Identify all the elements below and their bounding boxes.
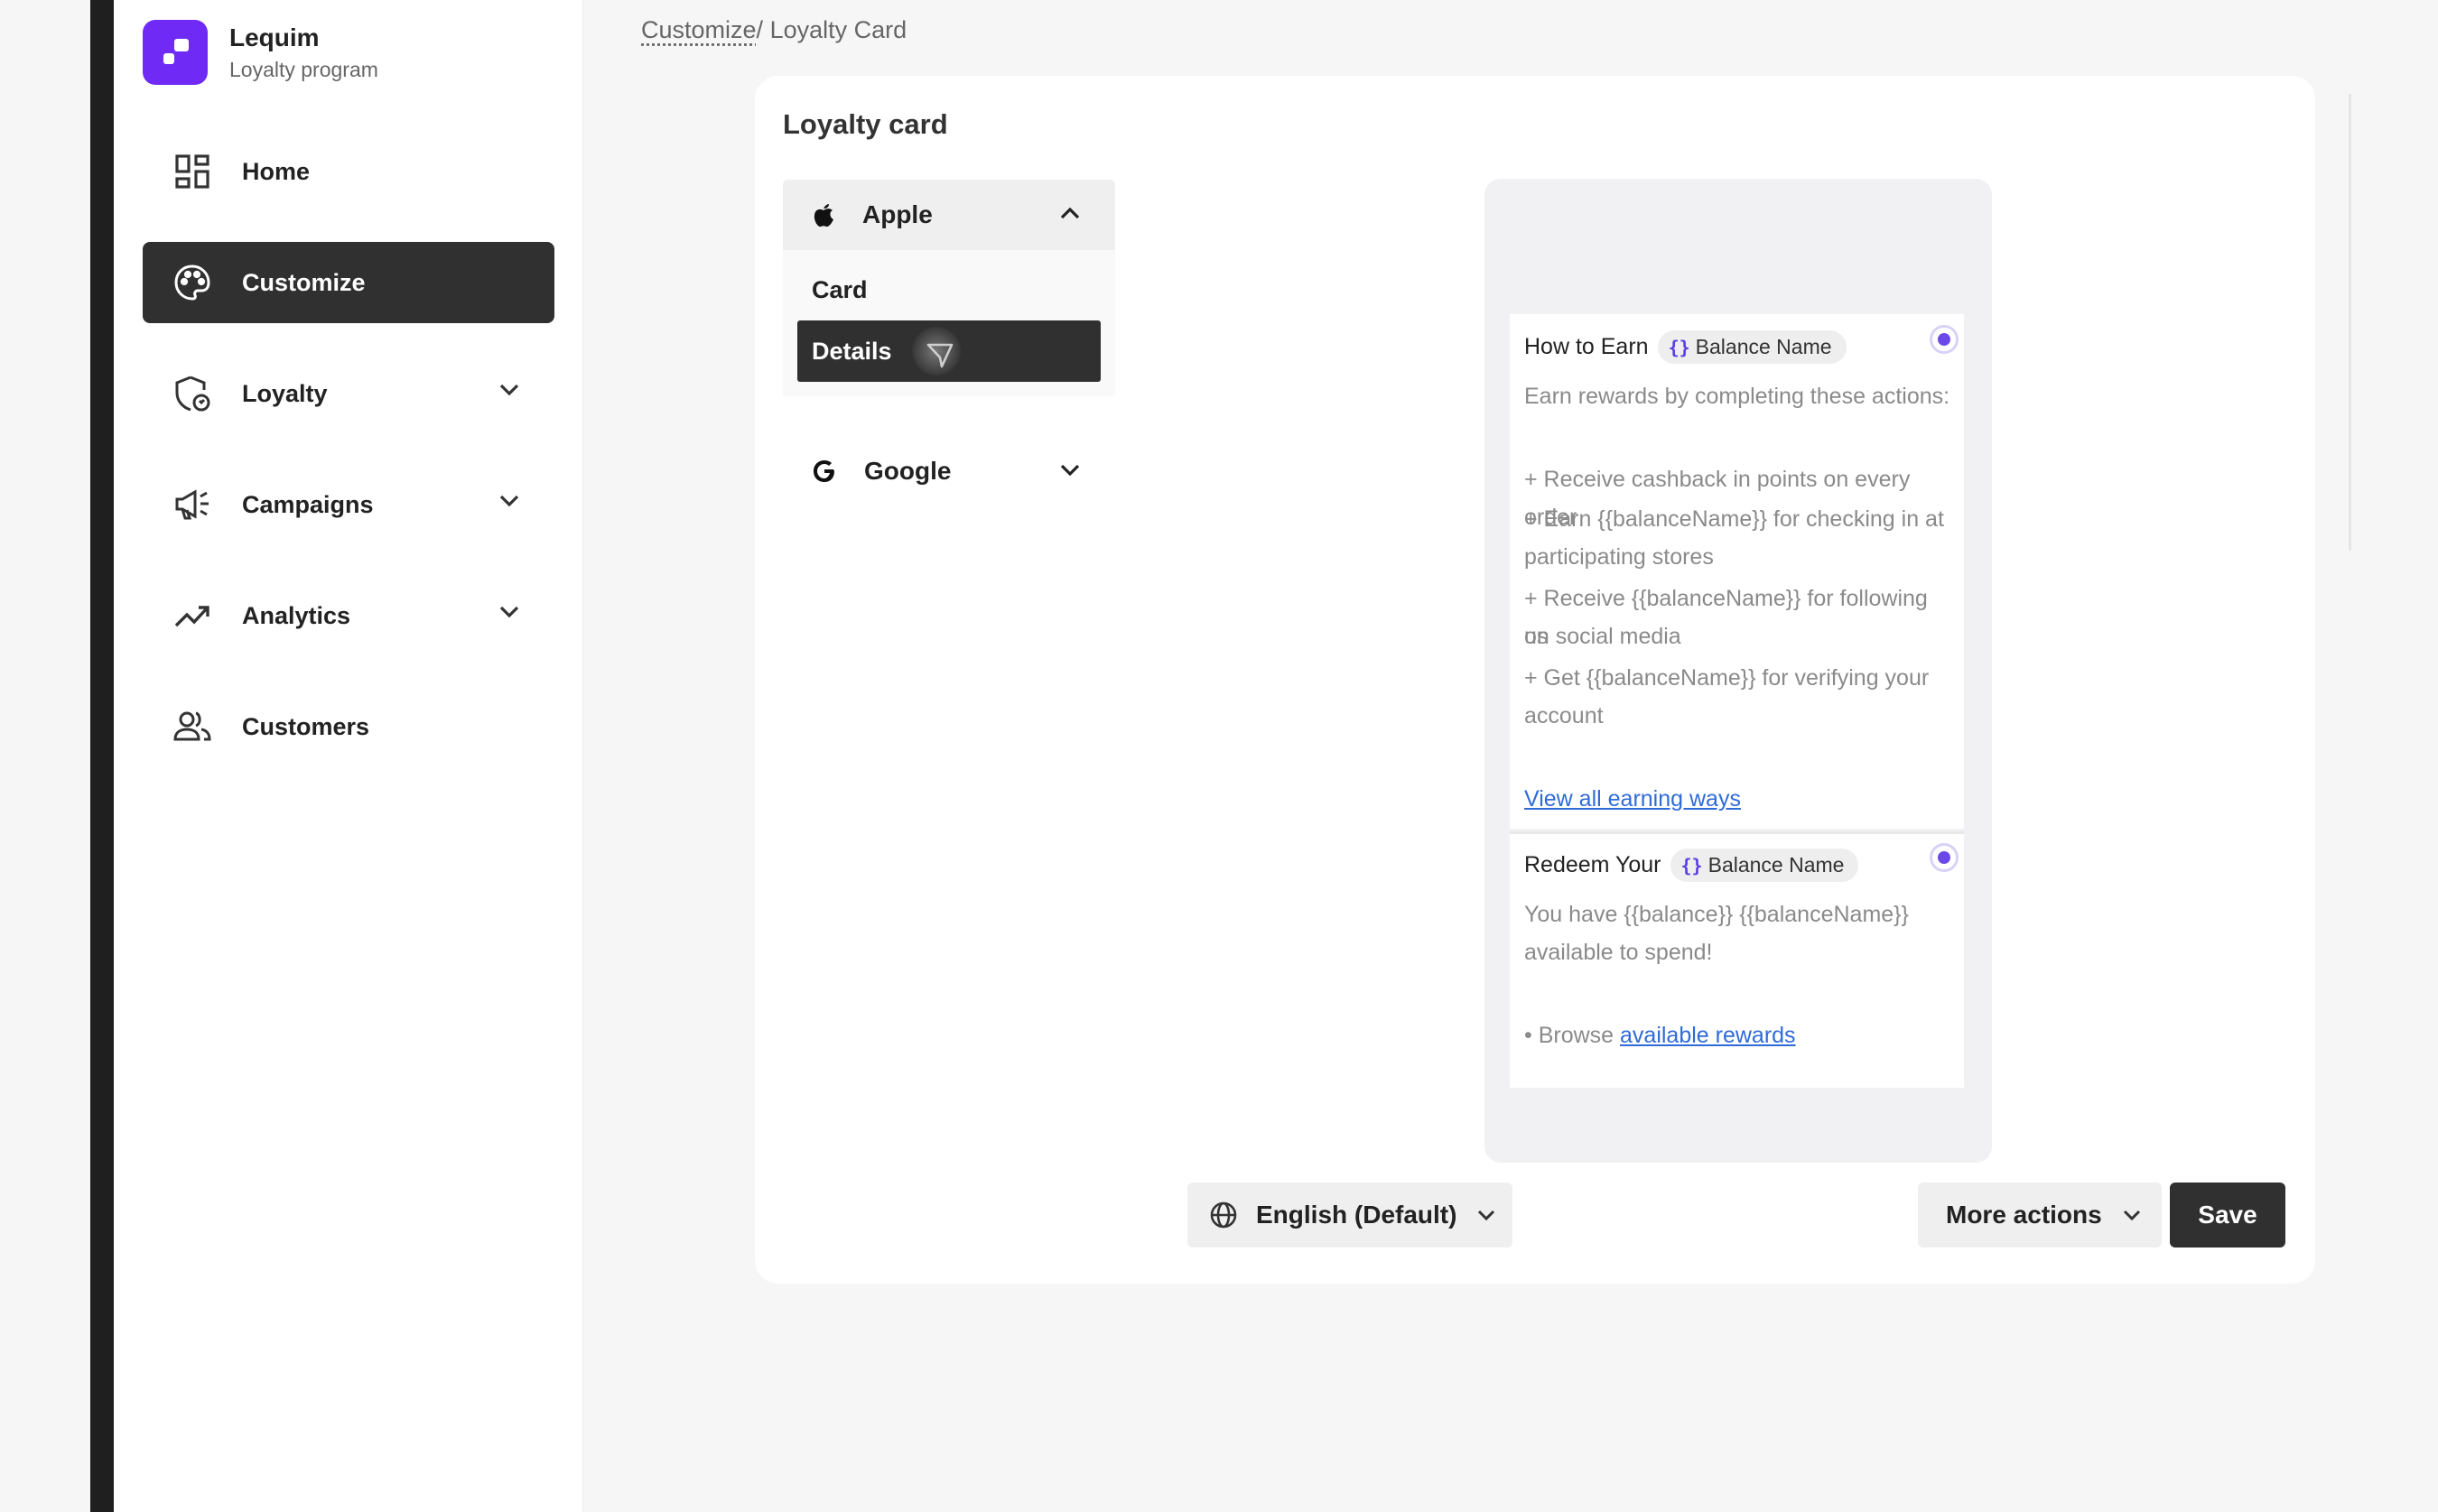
- chevron-up-icon: [1060, 207, 1080, 219]
- accordion-apple-body: Card Details: [783, 250, 1115, 396]
- redeem-browse-row: • Browse available rewards: [1524, 1016, 1953, 1054]
- breadcrumb: Customize/ Loyalty Card: [641, 16, 907, 44]
- language-select-label: English (Default): [1256, 1201, 1457, 1229]
- sidebar-nav: Home Customize Loyalty Campaigns Analyti…: [143, 131, 554, 797]
- chevron-down-icon: [1478, 1210, 1495, 1221]
- earn-section[interactable]: How to Earn {} Balance Name Earn rewards…: [1510, 314, 1964, 829]
- language-select[interactable]: English (Default): [1187, 1183, 1512, 1248]
- platform-accordion: Apple Card Details Google: [783, 180, 1115, 503]
- google-icon: [814, 460, 834, 482]
- logo-icon: [163, 39, 189, 64]
- variable-icon: {}: [1680, 854, 1703, 877]
- available-rewards-link[interactable]: available rewards: [1620, 1023, 1796, 1048]
- chevron-down-icon: [2123, 1210, 2140, 1221]
- redeem-section-radio[interactable]: [1930, 843, 1959, 872]
- sidebar-item-label: Campaigns: [242, 490, 374, 518]
- shield-icon: [173, 375, 211, 413]
- sidebar-item-campaigns[interactable]: Campaigns: [143, 464, 554, 545]
- brand-subtitle: Loyalty program: [229, 57, 378, 81]
- apple-details-label: Details: [812, 337, 892, 365]
- earn-line: + Get {{balanceName}} for verifying your: [1524, 665, 1930, 691]
- earn-heading-text: How to Earn: [1524, 334, 1649, 359]
- brand: Lequim Loyalty program: [143, 20, 378, 85]
- sidebar-item-loyalty[interactable]: Loyalty: [143, 353, 554, 434]
- window-edge: [90, 0, 114, 1512]
- accordion-apple[interactable]: Apple: [783, 180, 1115, 250]
- earn-line: participating stores: [1524, 544, 1714, 570]
- variable-icon: {}: [1668, 336, 1690, 358]
- sidebar-item-analytics[interactable]: Analytics: [143, 575, 554, 656]
- sidebar: Lequim Loyalty program Home Customize Lo…: [114, 0, 583, 1512]
- redeem-heading: Redeem Your {} Balance Name: [1524, 849, 1859, 882]
- sidebar-item-label: Customers: [242, 712, 370, 740]
- more-actions-button[interactable]: More actions: [1918, 1183, 2162, 1248]
- palette-icon: [173, 264, 211, 301]
- balance-name-chip-label: Balance Name: [1695, 335, 1832, 358]
- people-icon: [173, 708, 211, 746]
- redeem-section[interactable]: Redeem Your {} Balance Name You have {{b…: [1510, 831, 1964, 1088]
- cursor-arrow-icon: [926, 343, 954, 368]
- save-button[interactable]: Save: [2170, 1183, 2285, 1248]
- apple-card-item[interactable]: Card: [797, 259, 1101, 320]
- apple-details-item[interactable]: Details: [797, 320, 1101, 382]
- balance-name-chip[interactable]: {} Balance Name: [1670, 849, 1859, 882]
- earn-intro: Earn rewards by completing these actions…: [1524, 384, 1950, 409]
- chevron-down-icon: [499, 495, 519, 507]
- page-title: Loyalty card: [783, 108, 948, 140]
- earn-heading: How to Earn {} Balance Name: [1524, 330, 1847, 364]
- wallet-pass-preview: How to Earn {} Balance Name Earn rewards…: [1484, 179, 1992, 1163]
- breadcrumb-separator: /: [756, 16, 770, 43]
- brand-name: Lequim: [229, 23, 320, 51]
- more-actions-label: More actions: [1946, 1201, 2102, 1229]
- breadcrumb-current: Loyalty Card: [769, 16, 907, 43]
- globe-icon: [1210, 1201, 1237, 1229]
- earn-line: on social media: [1524, 624, 1681, 649]
- scrollbar-track: [2346, 94, 2351, 551]
- earn-line: + Earn {{balanceName}} for checking in a…: [1524, 506, 1944, 532]
- trending-up-icon: [173, 597, 211, 635]
- app-root: Lequim Loyalty program Home Customize Lo…: [0, 0, 2438, 1512]
- earn-line: account: [1524, 703, 1604, 728]
- accordion-apple-label: Apple: [862, 200, 933, 228]
- sidebar-item-label: Customize: [242, 268, 366, 296]
- sidebar-item-label: Loyalty: [242, 379, 328, 407]
- accordion-google-label: Google: [864, 457, 952, 485]
- brand-logo: [143, 20, 208, 85]
- earn-links-row: View all earning ways: [1524, 780, 1953, 818]
- chevron-down-icon: [1060, 464, 1080, 477]
- redeem-line: You have {{balance}} {{balanceName}}: [1524, 902, 1909, 927]
- balance-name-chip-label: Balance Name: [1708, 853, 1845, 877]
- sidebar-item-label: Home: [242, 157, 311, 185]
- loyalty-card-panel: Loyalty card Apple Card Details Google H…: [755, 76, 2315, 1284]
- sidebar-item-customize[interactable]: Customize: [143, 242, 554, 323]
- redeem-line: available to spend!: [1524, 940, 1713, 965]
- browse-prefix: • Browse: [1524, 1023, 1614, 1048]
- dashboard-icon: [173, 153, 211, 190]
- redeem-heading-text: Redeem Your: [1524, 852, 1661, 877]
- chevron-down-icon: [499, 384, 519, 396]
- balance-name-chip[interactable]: {} Balance Name: [1657, 330, 1847, 364]
- megaphone-icon: [173, 486, 211, 524]
- sidebar-item-home[interactable]: Home: [143, 131, 554, 212]
- apple-icon: [814, 204, 833, 227]
- earn-section-radio[interactable]: [1930, 325, 1959, 354]
- sidebar-item-customers[interactable]: Customers: [143, 686, 554, 767]
- breadcrumb-link-customize[interactable]: Customize: [641, 16, 757, 43]
- accordion-google[interactable]: Google: [783, 440, 1115, 503]
- view-all-earning-ways-link[interactable]: View all earning ways: [1524, 786, 1741, 812]
- sidebar-item-label: Analytics: [242, 601, 351, 629]
- chevron-down-icon: [499, 606, 519, 618]
